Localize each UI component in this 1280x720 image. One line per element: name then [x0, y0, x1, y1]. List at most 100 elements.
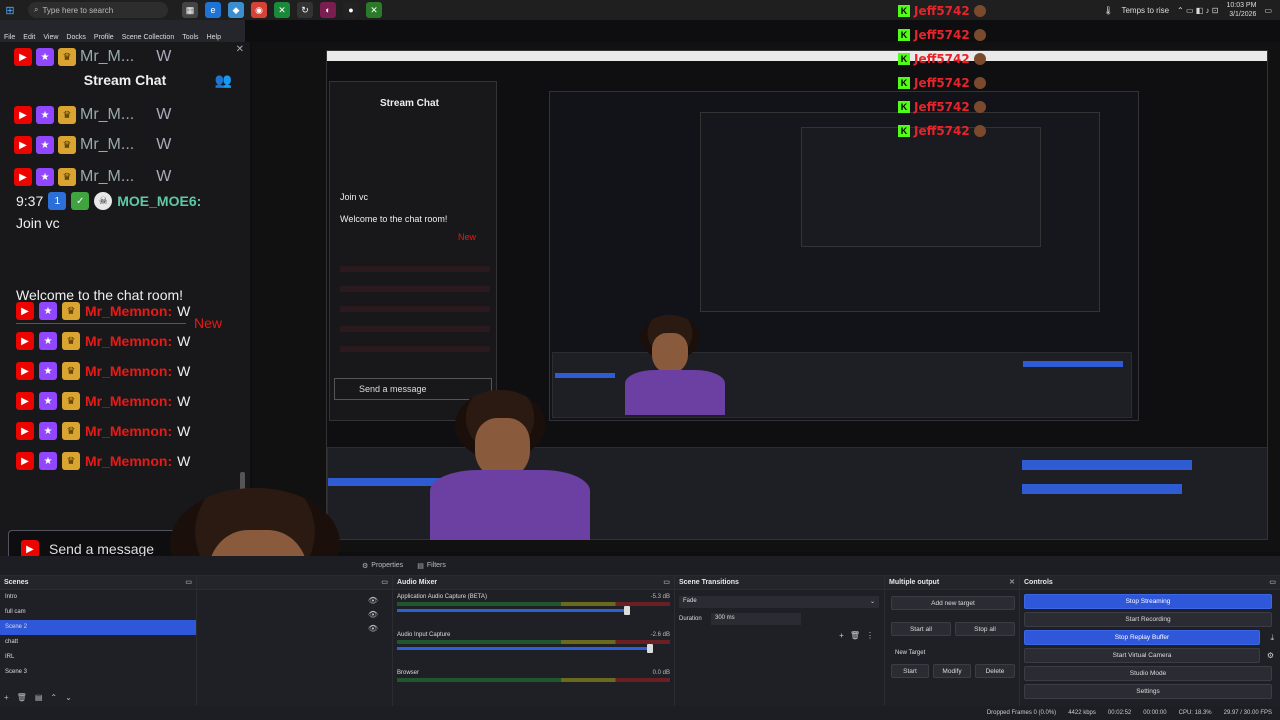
control-button[interactable]: Studio Mode: [1024, 666, 1272, 681]
control-button[interactable]: Start Recording: [1024, 612, 1272, 627]
obs-preview[interactable]: Stream Chat Join vc Welcome to the chat …: [252, 42, 1280, 552]
control-button[interactable]: Stop Replay Buffer: [1024, 630, 1260, 645]
scene-item[interactable]: Scene 3: [0, 665, 196, 680]
scene-item[interactable]: Intro: [0, 590, 196, 605]
users-icon[interactable]: 👥: [215, 72, 232, 89]
message-user[interactable]: Mr_Memnon:: [85, 333, 172, 349]
control-button[interactable]: Settings: [1024, 684, 1272, 699]
chrome-icon[interactable]: ◉: [251, 2, 267, 18]
mixer-channel: Application Audio Capture (BETA) -5.3 dB: [393, 590, 674, 628]
channel-db: 0.0 dB: [652, 670, 670, 676]
chat-message[interactable]: ▶ ★ ♛ Mr_Memnon: W: [16, 452, 190, 470]
eye-icon[interactable]: 👁: [368, 624, 378, 633]
target-start-button[interactable]: Start: [891, 664, 929, 678]
trash-icon[interactable]: 🗑: [17, 693, 27, 702]
filters-tab[interactable]: ▤ Filters: [417, 562, 446, 570]
chevron-down-icon[interactable]: ⌄: [65, 693, 72, 702]
obs-icon[interactable]: ◐: [320, 2, 336, 18]
chat-message[interactable]: ▶ ★ ♛ Mr_Memnon: W: [16, 362, 190, 380]
more-icon[interactable]: ⋮: [866, 631, 874, 640]
crown-badge-icon: ♛: [58, 168, 76, 186]
dock-icon[interactable]: ▭: [381, 578, 388, 586]
clock-date: 3/1/2026: [1229, 11, 1257, 18]
task-view-icon[interactable]: ▦: [182, 2, 198, 18]
stream-time: 00:02:52: [1107, 710, 1132, 716]
chat-message[interactable]: ▶ ★ ♛ Mr_Memnon: W: [16, 422, 190, 440]
add-target-button[interactable]: Add new target: [891, 596, 1015, 610]
volume-slider[interactable]: [397, 644, 653, 653]
store-icon[interactable]: ◆: [228, 2, 244, 18]
message-text: W: [177, 393, 191, 409]
eye-icon[interactable]: 👁: [368, 610, 378, 619]
scene-item[interactable]: IRL: [0, 650, 196, 665]
scene-item[interactable]: chatt: [0, 635, 196, 650]
control-button[interactable]: Stop Streaming: [1024, 594, 1272, 609]
obs-running-icon[interactable]: ●: [343, 2, 359, 18]
save-replay-icon[interactable]: ⤓: [1270, 633, 1274, 643]
weather-text[interactable]: Temps to rise: [1121, 6, 1169, 15]
menu-item[interactable]: Tools: [182, 34, 198, 41]
eye-icon[interactable]: 👁: [368, 596, 378, 605]
app-icon[interactable]: ↻: [297, 2, 313, 18]
menu-item[interactable]: Profile: [94, 34, 114, 41]
clock[interactable]: 10:03 PM 3/1/2026: [1226, 1, 1256, 19]
message-user[interactable]: Mr_Memnon:: [85, 303, 172, 319]
pinned-message[interactable]: 9:37 1 ✓ ☠ MOE_MOE6:: [16, 192, 201, 210]
xbox-bar-icon[interactable]: ✕: [366, 2, 382, 18]
add-icon[interactable]: +: [839, 631, 844, 640]
video-badge-icon: ▶: [14, 168, 32, 186]
dock-icon[interactable]: ▭: [1269, 578, 1276, 586]
dock-icon[interactable]: ▭: [185, 578, 192, 586]
menu-item[interactable]: File: [4, 34, 15, 41]
taskbar-search[interactable]: ⌕ Type here to search: [28, 2, 168, 18]
duration-input[interactable]: 300 ms: [711, 613, 801, 625]
close-icon[interactable]: ✕: [1009, 578, 1015, 586]
star-badge-icon: ★: [39, 392, 57, 410]
target-delete-button[interactable]: Delete: [975, 664, 1015, 678]
close-icon[interactable]: ✕: [236, 44, 244, 55]
tray-icons[interactable]: ⌃ ▭ ◧ ♪ ⊡: [1177, 6, 1218, 15]
control-button[interactable]: Start Virtual Camera: [1024, 648, 1260, 663]
filter-icon[interactable]: ▤: [35, 693, 43, 702]
menu-item[interactable]: Scene Collection: [122, 34, 175, 41]
windows-start-icon[interactable]: ⊞: [0, 0, 20, 20]
bitrate: 4422 kbps: [1068, 710, 1096, 716]
message-user[interactable]: Mr_Memnon:: [85, 393, 172, 409]
filter-icon: ▤: [417, 562, 424, 570]
chat-message[interactable]: ▶ ★ ♛ Mr_Memnon: W: [16, 332, 190, 350]
chat-message[interactable]: ▶ ★ ♛ Mr_Memnon: W: [16, 302, 190, 320]
pinned-user[interactable]: MOE_MOE6:: [117, 193, 201, 209]
menu-item[interactable]: Docks: [66, 34, 85, 41]
chevron-up-icon[interactable]: ⌃: [50, 693, 57, 702]
gear-icon[interactable]: ⚙: [1267, 651, 1274, 660]
message-user[interactable]: Mr_Memnon:: [85, 363, 172, 379]
notification-icon[interactable]: ▭: [1264, 6, 1272, 15]
stop-all-button[interactable]: Stop all: [955, 622, 1015, 636]
trash-icon[interactable]: 🗑: [850, 631, 860, 640]
alert-row: K Jeff5742: [898, 28, 986, 42]
start-all-button[interactable]: Start all: [891, 622, 951, 636]
ghost-user: Mr_M...: [80, 106, 135, 123]
nested-capture-3: [700, 112, 1100, 312]
message-user[interactable]: Mr_Memnon:: [85, 453, 172, 469]
edge-icon[interactable]: e: [205, 2, 221, 18]
volume-slider[interactable]: [397, 606, 631, 615]
volume-knob[interactable]: [646, 644, 653, 653]
menu-item[interactable]: View: [43, 34, 58, 41]
star-badge-icon: ★: [36, 168, 54, 186]
menu-item[interactable]: Edit: [23, 34, 35, 41]
xbox-icon[interactable]: ✕: [274, 2, 290, 18]
windows-taskbar: ⊞ ⌕ Type here to search ▦ e ◆ ◉ ✕ ↻ ◐ ● …: [0, 0, 1280, 20]
target-modify-button[interactable]: Modify: [933, 664, 971, 678]
volume-knob[interactable]: [624, 606, 631, 615]
chat-message[interactable]: ▶ ★ ♛ Mr_Memnon: W: [16, 392, 190, 410]
message-user[interactable]: Mr_Memnon:: [85, 423, 172, 439]
scene-item[interactable]: full cam: [0, 605, 196, 620]
add-icon[interactable]: +: [4, 693, 9, 702]
pinned-text-line: Join vc: [16, 215, 60, 231]
menu-item[interactable]: Help: [207, 34, 221, 41]
properties-tab[interactable]: ⚙ Properties: [362, 562, 403, 570]
transition-select[interactable]: Fade ⌄: [679, 596, 879, 608]
scene-item[interactable]: Scene 2: [0, 620, 196, 635]
dock-icon[interactable]: ▭: [663, 578, 670, 586]
